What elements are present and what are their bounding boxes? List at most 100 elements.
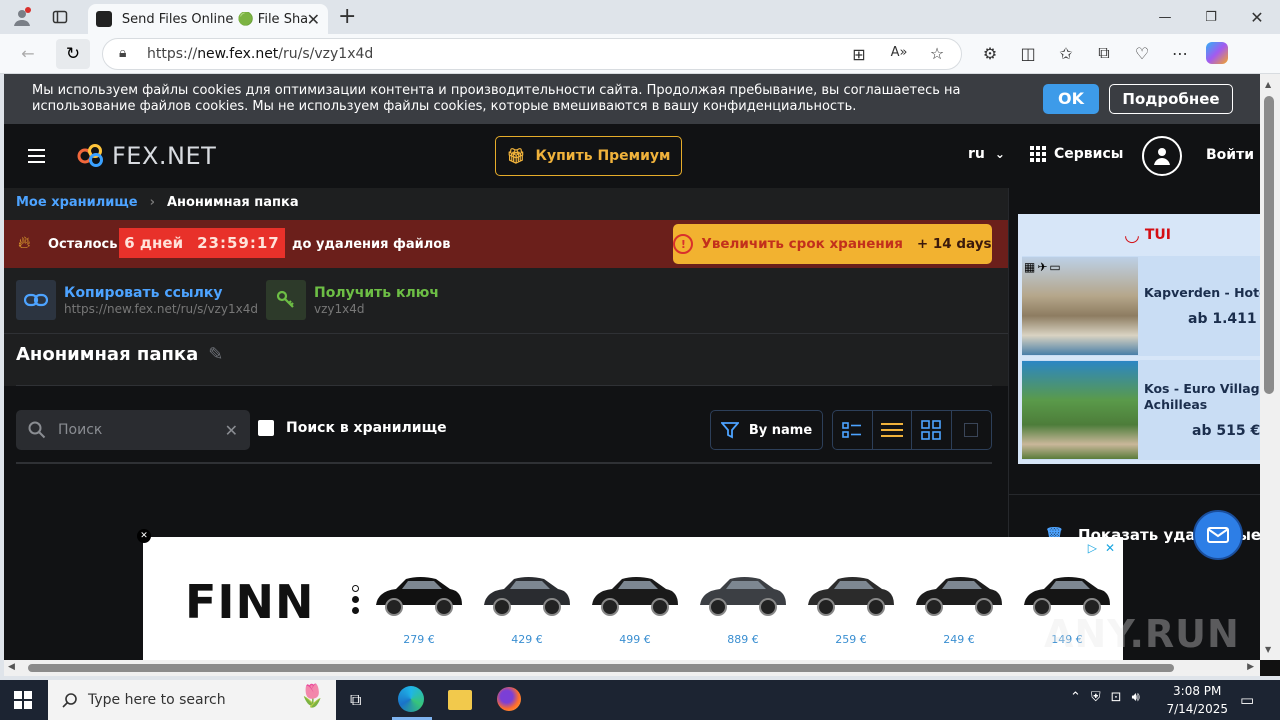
get-key-action[interactable]: Получить ключ vzy1x4d (266, 280, 439, 320)
finn-ad-banner[interactable]: ✕ ▷ ✕ FINN 279 €429 €499 €889 €259 €249 €… (137, 529, 1123, 660)
copy-link-url: https://new.fex.net/ru/s/vzy1x4d (64, 301, 258, 316)
view-list-icon[interactable] (873, 411, 912, 449)
car-offer[interactable]: 259 € (801, 569, 901, 646)
browser-tab-bar: Send Files Online 🟢 File Sharing ✕ + — ❐… (0, 0, 1280, 34)
scroll-right-arrow-icon[interactable]: ▶ (1247, 662, 1254, 672)
sort-button[interactable]: By name (710, 410, 823, 450)
cookie-ok-button[interactable]: OK (1043, 84, 1099, 114)
car-offer[interactable]: 889 € (693, 569, 793, 646)
view-grid-icon[interactable] (912, 411, 952, 449)
scroll-up-arrow-icon[interactable]: ▲ (1265, 80, 1271, 89)
lock-icon[interactable]: 🔒︎ (119, 45, 126, 61)
read-aloud-icon[interactable]: A» (887, 45, 911, 60)
minimize-icon[interactable]: — (1142, 10, 1188, 25)
split-screen-icon[interactable]: ◫ (1016, 44, 1040, 63)
select-all-checkbox-icon[interactable] (952, 411, 991, 449)
url-prefix: https:// (147, 46, 198, 62)
extend-storage-button[interactable]: ! Увеличить срок хранения + 14 days (673, 224, 992, 264)
favorite-star-icon[interactable]: ☆ (925, 44, 949, 63)
scrollbar-thumb[interactable] (28, 664, 1174, 672)
tab-title: Send Files Online 🟢 File Sharing (121, 11, 307, 27)
horizontal-scrollbar[interactable]: ◀ ▶ (4, 660, 1260, 676)
contact-mail-button[interactable] (1193, 510, 1243, 560)
tui-ad-banner[interactable]: ◡ TUI Kapverden - Hotel Palace Boavista … (1018, 214, 1260, 464)
scroll-down-arrow-icon[interactable]: ▼ (1265, 645, 1271, 654)
search-icon (62, 693, 77, 708)
search-input[interactable]: Поиск (58, 422, 213, 438)
copy-link-action[interactable]: Копировать ссылку https://new.fex.net/ru… (16, 280, 258, 320)
edit-pencil-icon[interactable]: ✎ (208, 344, 223, 365)
task-view-icon[interactable]: ⧉ (350, 690, 361, 710)
buy-premium-button[interactable]: 🎁︎ Купить Премиум (495, 136, 682, 176)
taskbar-search-placeholder: Type here to search (88, 692, 226, 708)
car-price: 259 € (835, 633, 867, 646)
firefox-icon[interactable] (497, 687, 521, 711)
storage-search-option[interactable]: Поиск в хранилище (258, 420, 447, 436)
edge-taskbar-icon[interactable] (398, 686, 424, 712)
address-bar-row: ← ↻ 🔒︎ https://new.fex.net/ru/s/vzy1x4d … (0, 34, 1280, 74)
site-logo[interactable]: FEX.NET (76, 142, 216, 170)
hotel-amenity-icons: ▦ ✈ ▭ (1024, 260, 1061, 274)
collections-icon[interactable]: ⧉ (1092, 43, 1116, 63)
search-field[interactable]: Поиск ✕ (16, 410, 250, 450)
user-avatar-icon[interactable] (1142, 136, 1182, 176)
share-actions: Копировать ссылку https://new.fex.net/ru… (4, 268, 1008, 334)
adchoices-icon[interactable]: ▷ (1088, 541, 1097, 555)
storage-search-checkbox[interactable] (258, 420, 274, 436)
tab-actions-icon[interactable] (48, 6, 72, 28)
carousel-dots (352, 585, 359, 614)
hotel-card[interactable]: Kos - Euro Village Achilleas ab 515 € (1022, 360, 1260, 460)
cookie-more-button[interactable]: Подробнее (1109, 84, 1233, 114)
back-icon[interactable]: ← (16, 44, 40, 63)
tab-active[interactable]: Send Files Online 🟢 File Sharing ✕ (88, 4, 328, 34)
file-explorer-icon[interactable] (448, 690, 472, 710)
car-offer[interactable]: 279 € (369, 569, 469, 646)
scrollbar-thumb[interactable] (1264, 96, 1274, 394)
favorites-icon[interactable]: ✩ (1054, 44, 1078, 63)
maximize-icon[interactable]: ❐ (1188, 10, 1234, 25)
breadcrumb-current: Анонимная папка (166, 195, 299, 210)
scroll-left-arrow-icon[interactable]: ◀ (8, 662, 15, 672)
show-hidden-icons-icon[interactable]: ⌃ (1070, 690, 1081, 705)
profile-icon[interactable] (10, 6, 34, 28)
car-offer[interactable]: 249 € (909, 569, 1009, 646)
more-menu-icon[interactable]: ⋯ (1168, 44, 1192, 63)
adchoices-icons[interactable]: ▷ ✕ (1088, 541, 1115, 555)
notifications-icon[interactable]: ▭ (1240, 691, 1254, 709)
tulips-decoration-icon: 🌷 (298, 684, 326, 709)
browser-essentials-icon[interactable]: ♡ (1130, 44, 1154, 63)
close-window-icon[interactable]: ✕ (1234, 8, 1280, 27)
page-viewport: Мы используем файлы cookies для оптимиза… (4, 74, 1260, 660)
taskbar-search-box[interactable]: Type here to search 🌷 (48, 680, 336, 720)
login-button[interactable]: Войти (1206, 147, 1254, 163)
key-icon (266, 280, 306, 320)
services-button[interactable]: Сервисы (1030, 146, 1123, 162)
windows-taskbar: Type here to search 🌷 ⧉ ⌃ ⛨ ⊡ 🔊︎ 3:08 PM… (0, 680, 1280, 720)
windows-start-icon[interactable] (14, 691, 32, 713)
chevron-right-icon: › (149, 195, 155, 210)
hotel-price: ab 515 € (1192, 423, 1260, 439)
copilot-icon[interactable] (1206, 42, 1228, 64)
clear-search-icon[interactable]: ✕ (225, 421, 238, 440)
volume-icon[interactable]: 🔊︎ (1132, 690, 1140, 705)
refresh-icon[interactable]: ↻ (56, 39, 90, 69)
vertical-scrollbar[interactable]: ▲ ▼ (1260, 74, 1280, 660)
taskbar-clock[interactable]: 3:08 PM 7/14/2025 (1166, 682, 1228, 718)
extensions-icon[interactable]: ⚙ (978, 44, 1002, 63)
url-field[interactable]: 🔒︎ https://new.fex.net/ru/s/vzy1x4d ⊞ A»… (102, 38, 962, 70)
clock-alert-icon: ! (673, 234, 694, 254)
close-icon[interactable]: ✕ (1105, 541, 1115, 555)
close-tab-icon[interactable]: ✕ (307, 10, 320, 29)
security-icon[interactable]: ⛨ (1091, 690, 1101, 705)
close-ad-icon[interactable]: ✕ (137, 529, 151, 543)
view-detail-list-icon[interactable] (833, 411, 873, 449)
tui-smile-icon: ◡ (1125, 224, 1139, 246)
breadcrumb-root[interactable]: Мое хранилище (16, 195, 138, 210)
language-selector[interactable]: ru ⌄ (968, 146, 1005, 162)
hamburger-menu-icon[interactable] (28, 149, 45, 163)
car-offer[interactable]: 429 € (477, 569, 577, 646)
app-install-icon[interactable]: ⊞ (847, 45, 871, 64)
network-icon[interactable]: ⊡ (1111, 690, 1122, 705)
new-tab-icon[interactable]: + (338, 4, 356, 29)
car-offer[interactable]: 499 € (585, 569, 685, 646)
